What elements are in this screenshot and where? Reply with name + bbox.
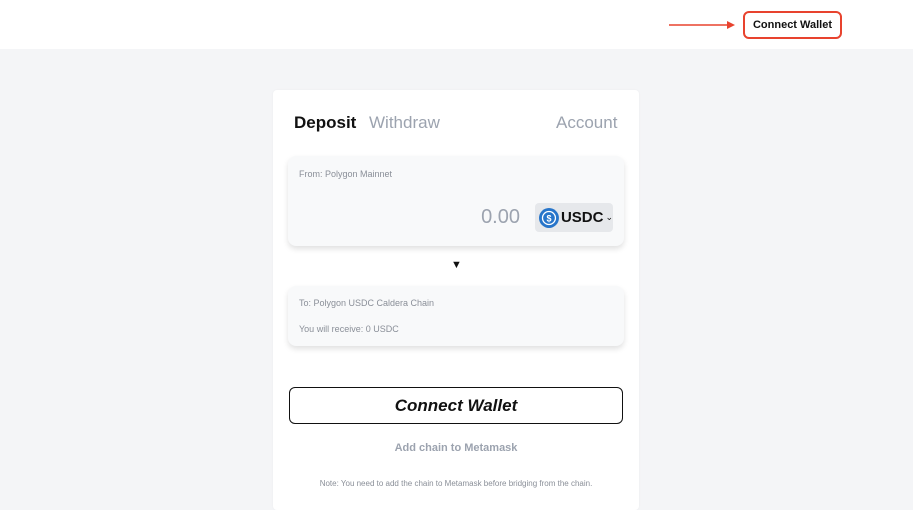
to-network-label: To: Polygon USDC Caldera Chain — [299, 298, 435, 308]
note-text: Note: You need to add the chain to Metam… — [319, 479, 593, 488]
usdc-icon: $ — [539, 207, 559, 228]
svg-text:$: $ — [546, 213, 551, 223]
annotation-arrow-icon — [669, 21, 735, 29]
from-network-label: From: Polygon Mainnet — [299, 169, 393, 179]
connect-wallet-header-button[interactable]: Connect Wallet — [743, 11, 842, 39]
amount-input[interactable]: 0.00 — [460, 206, 520, 229]
tab-account[interactable]: Account — [556, 112, 617, 134]
token-selector[interactable]: $ USDC ⌄ — [535, 203, 613, 232]
token-symbol: USDC — [560, 209, 604, 226]
receive-amount-label: You will receive: 0 USDC — [299, 324, 399, 334]
tab-deposit[interactable]: Deposit — [294, 112, 356, 134]
down-arrow-icon: ▼ — [451, 259, 462, 271]
add-chain-link[interactable]: Add chain to Metamask — [289, 442, 623, 454]
chevron-down-icon: ⌄ — [605, 212, 613, 222]
connect-wallet-button[interactable]: Connect Wallet — [289, 387, 623, 424]
to-panel — [288, 286, 624, 346]
tab-withdraw[interactable]: Withdraw — [369, 112, 440, 134]
